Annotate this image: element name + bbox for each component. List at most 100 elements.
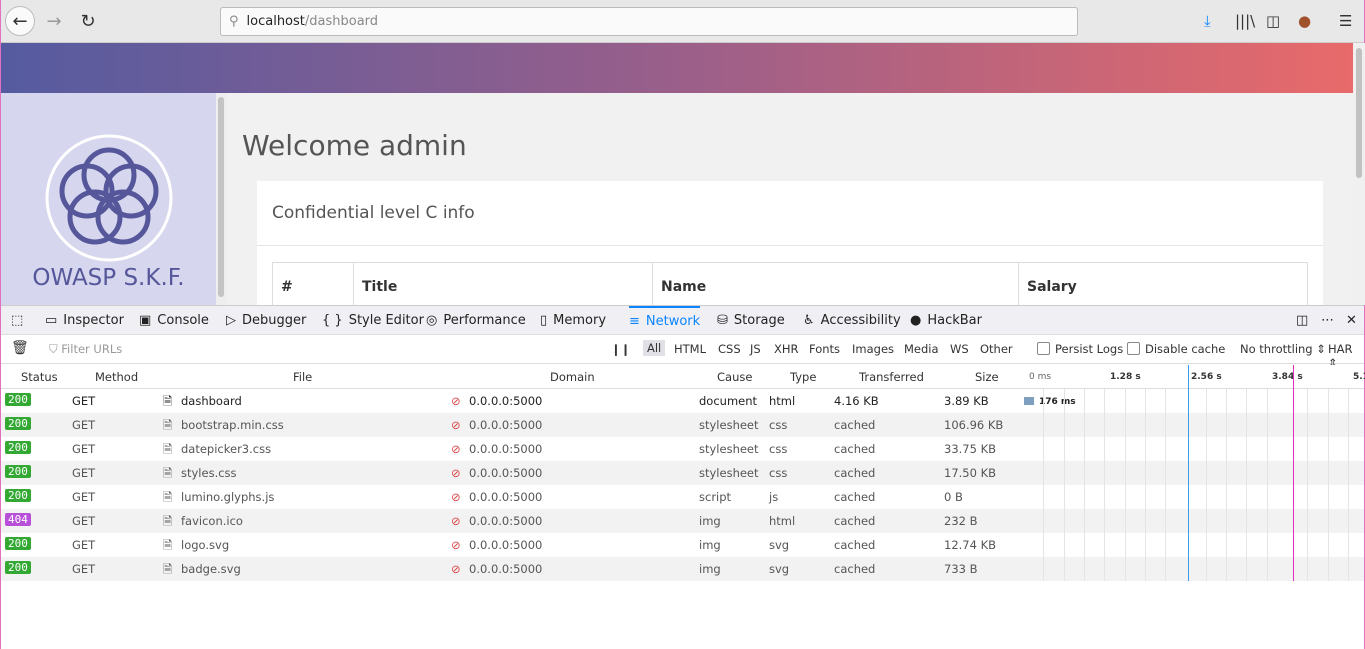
back-button[interactable]: ← bbox=[5, 6, 35, 36]
col-method[interactable]: Method bbox=[95, 370, 138, 384]
page-title: Welcome admin bbox=[242, 129, 467, 162]
col-cause[interactable]: Cause bbox=[717, 370, 752, 384]
filter-html[interactable]: HTML bbox=[674, 342, 706, 356]
sidebar-scrollbar[interactable] bbox=[216, 93, 226, 305]
page-scrollbar[interactable] bbox=[1353, 43, 1365, 305]
file-icon: 🗎 bbox=[163, 418, 173, 432]
request-row[interactable]: 404 GET 🗎 favicon.ico ⊘ 0.0.0.0:5000 img… bbox=[1, 509, 1364, 533]
file-icon: 🗎 bbox=[163, 538, 173, 552]
request-row[interactable]: 200 GET 🗎 logo.svg ⊘ 0.0.0.0:5000 img sv… bbox=[1, 533, 1364, 557]
filter-other[interactable]: Other bbox=[980, 342, 1013, 356]
tab-memory[interactable]: ▯ Memory bbox=[540, 306, 606, 335]
filter-ws[interactable]: WS bbox=[950, 342, 969, 356]
close-icon[interactable]: ✕ bbox=[1346, 306, 1357, 335]
timeline-grid bbox=[1145, 389, 1146, 581]
insecure-lock-icon: ⊘ bbox=[451, 466, 461, 480]
col-size[interactable]: Size bbox=[975, 370, 999, 384]
request-row[interactable]: 200 GET 🗎 dashboard ⊘ 0.0.0.0:5000 docum… bbox=[1, 389, 1364, 413]
col-transferred[interactable]: Transferred bbox=[859, 370, 924, 384]
timeline-grid bbox=[1084, 389, 1085, 581]
file-icon: 🗎 bbox=[163, 394, 173, 408]
filter-images[interactable]: Images bbox=[852, 342, 894, 356]
timeline-grid bbox=[1064, 389, 1065, 581]
timeline-grid bbox=[1165, 389, 1166, 581]
timeline-grid bbox=[1328, 389, 1329, 581]
accessibility-icon: ♿ bbox=[803, 313, 815, 328]
dock-icon[interactable]: ◫ bbox=[1296, 306, 1308, 335]
forward-button[interactable]: → bbox=[39, 6, 69, 36]
request-row[interactable]: 200 GET 🗎 styles.css ⊘ 0.0.0.0:5000 styl… bbox=[1, 461, 1364, 485]
tab-accessibility[interactable]: ♿ Accessibility bbox=[803, 306, 901, 335]
braces-icon: { } bbox=[322, 313, 343, 328]
owasp-logo-icon bbox=[45, 134, 173, 262]
file-icon: 🗎 bbox=[163, 442, 173, 456]
element-picker-icon[interactable]: ⬚ bbox=[11, 306, 23, 335]
sidebar: OWASP S.K.F. bbox=[1, 93, 216, 305]
insecure-lock-icon: ⊘ bbox=[451, 418, 461, 432]
cookie-icon[interactable]: ● bbox=[1298, 12, 1311, 30]
devtools-tabs: ⬚ ▭ Inspector ▣ Console ▷ Debugger { } Style Ed… bbox=[1, 305, 1364, 335]
col-type[interactable]: Type bbox=[790, 370, 816, 384]
request-row[interactable]: 200 GET 🗎 badge.svg ⊘ 0.0.0.0:5000 img s… bbox=[1, 557, 1364, 581]
pause-icon[interactable]: ❙❙ bbox=[611, 342, 630, 356]
tab-performance[interactable]: ◎ Performance bbox=[426, 306, 526, 335]
status-badge: 200 bbox=[5, 465, 31, 478]
insecure-lock-icon: ⊘ bbox=[451, 442, 461, 456]
more-icon[interactable]: ⋯ bbox=[1321, 306, 1334, 335]
console-icon: ▣ bbox=[139, 313, 152, 328]
timing-bar bbox=[1024, 397, 1034, 405]
reload-button[interactable]: ↻ bbox=[73, 6, 103, 36]
library-icon[interactable]: |||\ bbox=[1235, 12, 1255, 30]
status-badge: 200 bbox=[5, 537, 31, 550]
throttling-select[interactable]: No throttling ⇕ bbox=[1240, 342, 1326, 356]
disable-cache-checkbox[interactable]: Disable cache bbox=[1127, 342, 1225, 356]
trash-icon[interactable]: 🗑 bbox=[11, 340, 29, 356]
tab-style-editor[interactable]: { } Style Editor bbox=[322, 306, 424, 335]
filter-xhr[interactable]: XHR bbox=[774, 342, 799, 356]
request-row[interactable]: 200 GET 🗎 datepicker3.css ⊘ 0.0.0.0:5000… bbox=[1, 437, 1364, 461]
tab-console[interactable]: ▣ Console bbox=[139, 306, 209, 335]
menu-icon[interactable]: ☰ bbox=[1339, 12, 1352, 30]
download-icon[interactable]: ⤓ bbox=[1204, 12, 1211, 30]
timeline-grid bbox=[1206, 389, 1207, 581]
timeline-tick: 5.1 bbox=[1353, 372, 1365, 382]
filter-media[interactable]: Media bbox=[904, 342, 939, 356]
status-badge: 200 bbox=[5, 441, 31, 454]
tab-storage[interactable]: ⛁ Storage bbox=[717, 306, 785, 335]
filter-urls-input[interactable]: ⛉ Filter URLs bbox=[49, 342, 122, 357]
request-row[interactable]: 200 GET 🗎 lumino.glyphs.js ⊘ 0.0.0.0:500… bbox=[1, 485, 1364, 509]
request-table-header: Status Method File Domain Cause Type Transferr… bbox=[1, 365, 1365, 389]
tab-network[interactable]: ≡ Network bbox=[629, 306, 701, 335]
filter-js[interactable]: JS bbox=[750, 342, 761, 356]
url-bar[interactable]: ⚲ localhost/dashboard bbox=[220, 7, 1078, 36]
insecure-lock-icon: ⊘ bbox=[451, 538, 461, 552]
memory-icon: ▯ bbox=[540, 313, 548, 328]
insecure-lock-icon: ⊘ bbox=[451, 394, 461, 408]
browser-toolbar: ← → ↻ ⚲ localhost/dashboard ⤓ |||\ ◫ ● ☰ bbox=[1, 0, 1364, 43]
request-row[interactable]: 200 GET 🗎 bootstrap.min.css ⊘ 0.0.0.0:50… bbox=[1, 413, 1364, 437]
insecure-lock-icon: ⊘ bbox=[451, 562, 461, 576]
inspector-icon: ▭ bbox=[45, 313, 58, 328]
gauge-icon: ◎ bbox=[426, 313, 438, 328]
filter-fonts[interactable]: Fonts bbox=[809, 342, 840, 356]
filter-css[interactable]: CSS bbox=[718, 342, 741, 356]
col-file[interactable]: File bbox=[293, 370, 312, 384]
sidebar-icon[interactable]: ◫ bbox=[1266, 12, 1280, 30]
col-status[interactable]: Status bbox=[21, 370, 58, 384]
file-icon: 🗎 bbox=[163, 490, 173, 504]
hackbar-icon: ● bbox=[910, 313, 922, 328]
timing-label: 176 ms bbox=[1039, 397, 1076, 407]
tab-debugger[interactable]: ▷ Debugger bbox=[226, 306, 306, 335]
col-domain[interactable]: Domain bbox=[550, 370, 595, 384]
page-banner bbox=[1, 43, 1353, 93]
filter-all[interactable]: All bbox=[643, 340, 666, 356]
timeline-grid bbox=[1348, 389, 1349, 581]
file-icon: 🗎 bbox=[163, 562, 173, 576]
timeline-grid bbox=[1043, 389, 1044, 581]
tab-inspector[interactable]: ▭ Inspector bbox=[45, 306, 124, 335]
timeline-grid bbox=[1246, 389, 1247, 581]
timeline-tick: 1.28 s bbox=[1110, 372, 1141, 382]
tab-hackbar[interactable]: ● HackBar bbox=[910, 306, 982, 335]
persist-logs-checkbox[interactable]: Persist Logs bbox=[1037, 342, 1123, 356]
timeline-grid bbox=[1125, 389, 1126, 581]
